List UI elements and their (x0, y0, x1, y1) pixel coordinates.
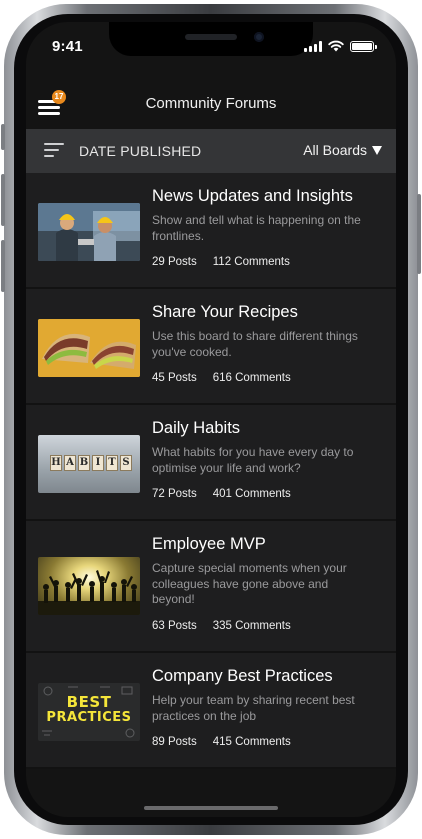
mute-switch (1, 124, 5, 150)
board-description: Help your team by sharing recent best pr… (152, 693, 355, 723)
habit-letter-tile: I (92, 455, 104, 471)
wifi-icon (328, 40, 344, 52)
board-title[interactable]: Share Your Recipes (152, 303, 298, 322)
battery-icon (350, 40, 377, 52)
best-practices-image-text: PRACTICES (46, 710, 132, 725)
board-list: News Updates and Insights Show and tell … (26, 173, 396, 769)
board-title[interactable]: News Updates and Insights (152, 187, 353, 206)
camera-icon (254, 32, 264, 42)
post-count: 29 Posts (152, 256, 197, 268)
habit-letter-tile: S (120, 455, 132, 471)
board-stats: 45 Posts 616 Comments (152, 372, 291, 384)
board-stats: 63 Posts 335 Comments (152, 620, 291, 632)
post-count: 45 Posts (152, 372, 197, 384)
board-title[interactable]: Daily Habits (152, 419, 240, 438)
board-stats: 72 Posts 401 Comments (152, 488, 291, 500)
best-practices-image-text: BEST (66, 693, 112, 711)
status-time: 9:41 (52, 38, 83, 55)
board-filter-label: All Boards (303, 142, 367, 158)
habit-letter-tile: H (50, 455, 62, 471)
board-description: Show and tell what is happening on the f… (152, 213, 361, 243)
habit-letter-tile: A (64, 455, 76, 471)
speaker-grille (185, 34, 237, 40)
board-description: What habits for you have every day to op… (152, 445, 354, 475)
board-stats: 29 Posts 112 Comments (152, 256, 290, 268)
board-thumbnail: BEST PRACTICES (38, 683, 140, 741)
caret-down-icon (372, 145, 382, 155)
board-card-recipes[interactable]: Share Your Recipes Use this board to sha… (26, 289, 396, 405)
board-card-best-practices[interactable]: BEST PRACTICES Company Best Practices He… (26, 653, 396, 769)
board-card-mvp[interactable]: Employee MVP Capture special moments whe… (26, 521, 396, 653)
board-title[interactable]: Employee MVP (152, 535, 266, 554)
post-count: 72 Posts (152, 488, 197, 500)
board-description: Capture special moments when your collea… (152, 561, 347, 606)
notch (109, 22, 313, 56)
board-description: Use this board to share different things… (152, 329, 358, 359)
comment-count: 415 Comments (212, 736, 291, 748)
board-thumbnail (38, 557, 140, 615)
comment-count: 112 Comments (212, 256, 290, 268)
board-title[interactable]: Company Best Practices (152, 667, 333, 686)
home-indicator[interactable] (144, 806, 278, 810)
comment-count: 401 Comments (212, 488, 291, 500)
post-count: 63 Posts (152, 620, 197, 632)
board-card-news[interactable]: News Updates and Insights Show and tell … (26, 173, 396, 289)
page-title: Community Forums (145, 95, 277, 112)
sort-bar: DATE PUBLISHED All Boards (26, 129, 396, 173)
board-card-habits[interactable]: H A B I T S Daily Habits What habits for… (26, 405, 396, 521)
board-filter-dropdown[interactable]: All Boards (303, 142, 382, 158)
board-stats: 89 Posts 415 Comments (152, 736, 291, 748)
comment-count: 616 Comments (212, 372, 291, 384)
board-thumbnail: H A B I T S (38, 435, 140, 493)
board-thumbnail (38, 203, 140, 261)
post-count: 89 Posts (152, 736, 197, 748)
volume-up-button (1, 174, 5, 226)
sort-order-button[interactable]: DATE PUBLISHED (79, 143, 201, 159)
board-thumbnail (38, 319, 140, 377)
sort-icon[interactable] (44, 143, 66, 159)
volume-down-button (1, 240, 5, 292)
app-header: 17 Community Forums (26, 84, 396, 128)
cellular-signal-icon (304, 40, 322, 52)
habit-letter-tile: B (78, 455, 90, 471)
status-icons (304, 40, 377, 52)
power-button (417, 194, 421, 274)
app-screen: 9:41 17 Community Forums DATE PUBLISHED (26, 22, 396, 817)
comment-count: 335 Comments (212, 620, 291, 632)
habit-letter-tile: T (106, 455, 118, 471)
